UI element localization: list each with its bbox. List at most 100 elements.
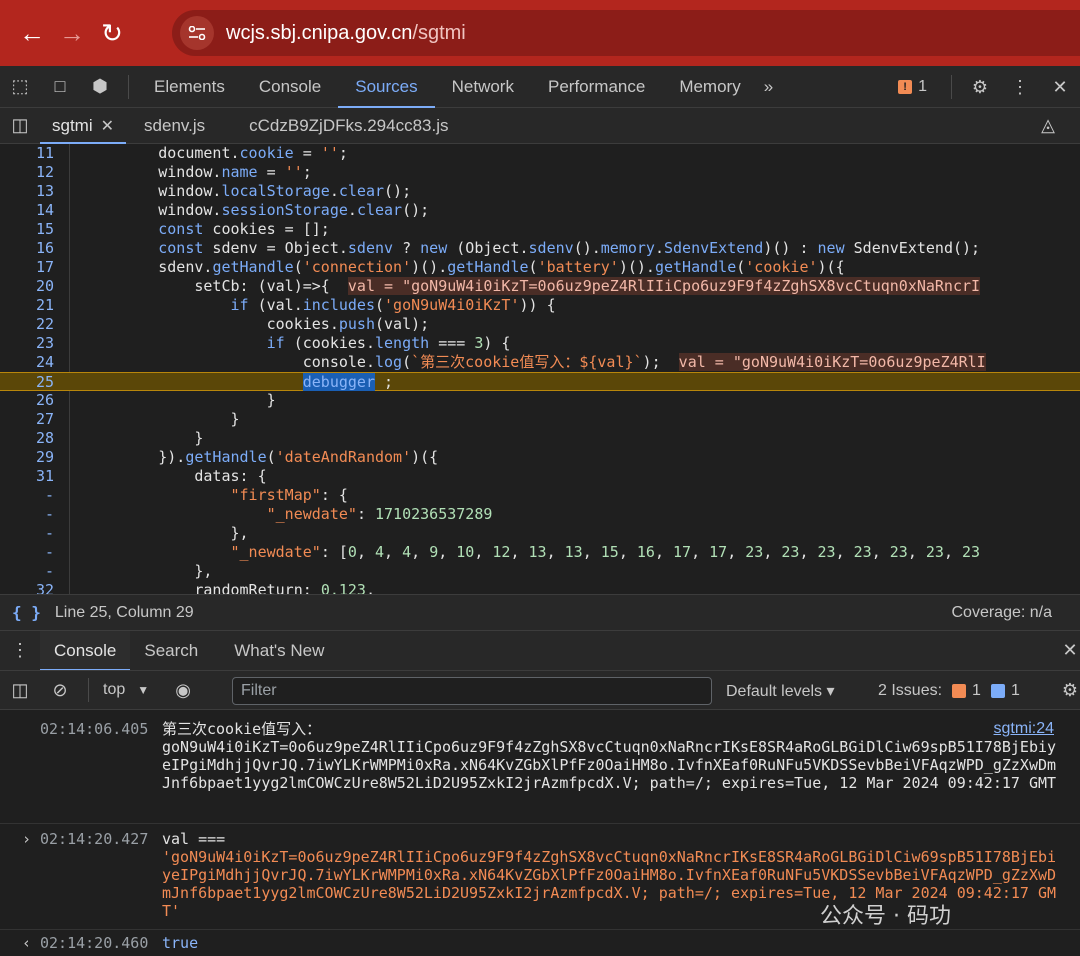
code-line[interactable]: 25 debugger ; bbox=[0, 372, 1080, 391]
code-line[interactable]: 31 datas: { bbox=[0, 467, 1080, 486]
line-number[interactable]: 16 bbox=[0, 239, 54, 258]
warning-icon: ! bbox=[898, 80, 913, 94]
code-line[interactable]: - }, bbox=[0, 524, 1080, 543]
context-selector[interactable]: top ▼ bbox=[103, 681, 149, 699]
issues-counter[interactable]: 2 Issues: 1 1 bbox=[878, 671, 1020, 711]
drawer-tab-search[interactable]: Search bbox=[130, 631, 212, 671]
code-line[interactable]: 21 if (val.includes('goN9uW4i0iKzT')) { bbox=[0, 296, 1080, 315]
line-number[interactable]: 21 bbox=[0, 296, 54, 315]
code-line[interactable]: 14 window.sessionStorage.clear(); bbox=[0, 201, 1080, 220]
code-text: if (cookies.length === 3) { bbox=[266, 334, 511, 352]
code-text: randomReturn: 0.123, bbox=[86, 581, 375, 594]
forward-arrow-icon[interactable]: → bbox=[52, 13, 92, 53]
code-text: }, bbox=[86, 524, 249, 542]
clear-console-icon[interactable]: ⊘ bbox=[40, 670, 80, 710]
code-line[interactable]: - }, bbox=[0, 562, 1080, 581]
code-line[interactable]: 16 const sdenv = Object.sdenv ? new (Obj… bbox=[0, 239, 1080, 258]
line-number[interactable]: - bbox=[0, 543, 54, 562]
code-line[interactable]: - "firstMap": { bbox=[0, 486, 1080, 505]
code-line[interactable]: 24 console.log(`第三次cookie值写入：${val}`); v… bbox=[0, 353, 1080, 372]
code-text: if (val.includes('goN9uW4i0iKzT')) { bbox=[230, 296, 556, 314]
tab-sources[interactable]: Sources bbox=[338, 66, 436, 108]
file-tab-sdenv[interactable]: sdenv.js bbox=[132, 108, 217, 144]
file-tab-bundle[interactable]: cCdzB9ZjDFks.294cc83.js bbox=[237, 108, 460, 144]
expand-arrow-icon[interactable]: › bbox=[22, 830, 31, 848]
line-number[interactable]: 11 bbox=[0, 144, 54, 163]
settings-gear-icon[interactable]: ⚙ bbox=[960, 66, 1000, 108]
line-number[interactable]: 24 bbox=[0, 353, 54, 372]
close-drawer-icon[interactable]: ✕ bbox=[1050, 631, 1080, 671]
tab-console[interactable]: Console bbox=[242, 66, 338, 108]
line-number[interactable]: - bbox=[0, 505, 54, 524]
code-line[interactable]: 26 } bbox=[0, 391, 1080, 410]
reload-icon[interactable]: ↻ bbox=[92, 13, 132, 53]
line-number[interactable]: 15 bbox=[0, 220, 54, 239]
close-icon[interactable]: ✕ bbox=[1040, 66, 1080, 108]
line-number[interactable]: - bbox=[0, 524, 54, 543]
console-filter-input[interactable]: Filter bbox=[232, 677, 712, 705]
code-line[interactable]: 15 const cookies = []; bbox=[0, 220, 1080, 239]
code-line[interactable]: 23 if (cookies.length === 3) { bbox=[0, 334, 1080, 353]
code-line[interactable]: 28 } bbox=[0, 429, 1080, 448]
line-number[interactable]: 29 bbox=[0, 448, 54, 467]
site-info-icon[interactable] bbox=[180, 16, 214, 50]
pretty-print-icon[interactable]: { } bbox=[12, 603, 41, 622]
code-line[interactable]: - "_newdate": 1710236537289 bbox=[0, 505, 1080, 524]
code-line[interactable]: 32 randomReturn: 0.123, bbox=[0, 581, 1080, 594]
line-number[interactable]: 26 bbox=[0, 391, 54, 410]
device-toolbar-icon[interactable]: □ bbox=[40, 66, 80, 108]
toggle-debugger-icon[interactable]: ◬ bbox=[1028, 108, 1068, 144]
line-number[interactable]: 14 bbox=[0, 201, 54, 220]
file-tab-sgtmi[interactable]: sgtmi ✕ bbox=[40, 108, 127, 144]
close-icon[interactable]: ✕ bbox=[101, 116, 114, 136]
log-levels-dropdown[interactable]: Default levels ▾ bbox=[726, 671, 835, 711]
line-number[interactable]: 20 bbox=[0, 277, 54, 296]
code-line[interactable]: 12 window.name = ''; bbox=[0, 163, 1080, 182]
line-number[interactable]: 12 bbox=[0, 163, 54, 182]
source-link[interactable]: sgtmi:24 bbox=[994, 720, 1054, 738]
code-line[interactable]: 29 }).getHandle('dateAndRandom')({ bbox=[0, 448, 1080, 467]
code-line[interactable]: 22 cookies.push(val); bbox=[0, 315, 1080, 334]
code-line[interactable]: 13 window.localStorage.clear(); bbox=[0, 182, 1080, 201]
code-line[interactable]: - "_newdate": [0, 4, 4, 9, 10, 12, 13, 1… bbox=[0, 543, 1080, 562]
drawer-tab-whats-new[interactable]: What's New bbox=[220, 631, 338, 671]
line-number[interactable]: 25 bbox=[0, 373, 54, 392]
issues-badge[interactable]: ! 1 bbox=[898, 78, 927, 96]
more-tabs-button[interactable]: » bbox=[758, 66, 779, 108]
tab-network[interactable]: Network bbox=[435, 66, 531, 108]
code-line[interactable]: 27 } bbox=[0, 410, 1080, 429]
toggle-navigator-icon[interactable]: ◫ bbox=[0, 108, 40, 144]
drawer-menu-icon[interactable]: ⋮ bbox=[0, 631, 40, 671]
inspect-element-icon[interactable]: ⬚ bbox=[0, 66, 40, 108]
tab-memory[interactable]: Memory bbox=[662, 66, 757, 108]
code-editor[interactable]: 11 document.cookie = ''; 12 window.name =… bbox=[0, 144, 1080, 594]
line-number[interactable]: 23 bbox=[0, 334, 54, 353]
live-expression-eye-icon[interactable]: ◉ bbox=[163, 670, 203, 710]
line-number[interactable]: - bbox=[0, 562, 54, 581]
line-number[interactable]: 13 bbox=[0, 182, 54, 201]
editor-status-bar: { } Line 25, Column 29 Coverage: n/a bbox=[0, 594, 1080, 630]
line-number[interactable]: 22 bbox=[0, 315, 54, 334]
line-number[interactable]: 32 bbox=[0, 581, 54, 594]
code-line[interactable]: 11 document.cookie = ''; bbox=[0, 144, 1080, 163]
code-text: "firstMap": { bbox=[230, 486, 348, 504]
line-number[interactable]: 28 bbox=[0, 429, 54, 448]
code-text: document.cookie = ''; bbox=[86, 144, 348, 162]
tab-performance[interactable]: Performance bbox=[531, 66, 662, 108]
drawer-tab-console[interactable]: Console bbox=[40, 630, 131, 671]
console-sidebar-icon[interactable]: ◫ bbox=[0, 670, 40, 710]
line-number[interactable]: 31 bbox=[0, 467, 54, 486]
extension-cube-icon[interactable]: ⬢ bbox=[80, 66, 120, 108]
code-line[interactable]: 20 setCb: (val)=>{ val = "goN9uW4i0iKzT=… bbox=[0, 277, 1080, 296]
line-number[interactable]: - bbox=[0, 486, 54, 505]
eval-input: val === bbox=[162, 830, 226, 848]
code-line[interactable]: 17 sdenv.getHandle('connection')().getHa… bbox=[0, 258, 1080, 277]
tab-elements[interactable]: Elements bbox=[137, 66, 242, 108]
line-number[interactable]: 17 bbox=[0, 258, 54, 277]
console-settings-gear-icon[interactable]: ⚙ bbox=[1050, 670, 1080, 710]
code-text: datas: { bbox=[86, 467, 267, 485]
line-number[interactable]: 27 bbox=[0, 410, 54, 429]
back-arrow-icon[interactable]: ← bbox=[12, 13, 52, 53]
address-bar[interactable]: wcjs.sbj.cnipa.gov.cn/sgtmi bbox=[172, 10, 1080, 56]
more-options-icon[interactable]: ⋮ bbox=[1000, 66, 1040, 108]
